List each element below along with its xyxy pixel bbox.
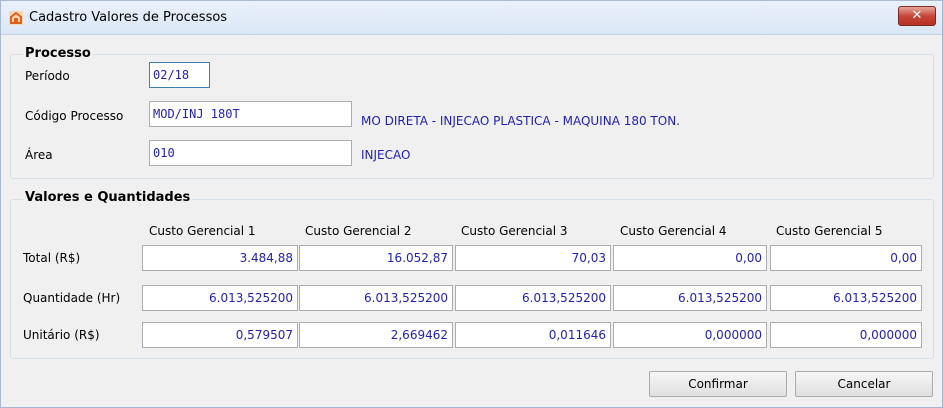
- column-header: Custo Gerencial 5: [776, 224, 883, 238]
- column-header: Custo Gerencial 3: [461, 224, 568, 238]
- total-cell[interactable]: 16.052,87: [299, 245, 453, 271]
- quantidade-cell[interactable]: 6.013,525200: [299, 285, 453, 311]
- area-input[interactable]: 010: [149, 140, 352, 166]
- column-header: Custo Gerencial 2: [305, 224, 412, 238]
- close-icon: ✕: [911, 8, 923, 23]
- close-button[interactable]: ✕: [898, 6, 936, 26]
- total-cell[interactable]: 70,03: [455, 245, 611, 271]
- total-cell[interactable]: 0,00: [770, 245, 922, 271]
- periodo-input[interactable]: 02/18: [149, 62, 210, 88]
- processo-group-title: Processo: [23, 46, 93, 61]
- codigo-processo-description: MO DIRETA - INJECAO PLASTICA - MAQUINA 1…: [361, 114, 680, 128]
- cancel-button[interactable]: Cancelar: [795, 371, 933, 397]
- unitario-row-label: Unitário (R$): [23, 328, 100, 342]
- total-row-label: Total (R$): [23, 251, 81, 265]
- area-label: Área: [25, 148, 53, 162]
- window-title: Cadastro Valores de Processos: [29, 10, 228, 25]
- valores-group-title: Valores e Quantidades: [23, 190, 193, 205]
- column-header: Custo Gerencial 4: [620, 224, 727, 238]
- unitario-cell[interactable]: 2,669462: [299, 322, 453, 348]
- area-description: INJECAO: [361, 148, 411, 162]
- unitario-cell[interactable]: 0,000000: [770, 322, 922, 348]
- unitario-cell[interactable]: 0,000000: [613, 322, 767, 348]
- app-icon: [9, 11, 23, 25]
- quantidade-cell[interactable]: 6.013,525200: [142, 285, 298, 311]
- codigo-processo-input[interactable]: MOD/INJ 180T: [149, 101, 352, 127]
- unitario-cell[interactable]: 0,579507: [142, 322, 298, 348]
- quantidade-cell[interactable]: 6.013,525200: [455, 285, 611, 311]
- title-bar[interactable]: Cadastro Valores de Processos ✕: [1, 1, 942, 35]
- dialog-window: Cadastro Valores de Processos ✕ Processo…: [0, 0, 943, 408]
- unitario-cell[interactable]: 0,011646: [455, 322, 611, 348]
- column-header: Custo Gerencial 1: [149, 224, 256, 238]
- quantidade-cell[interactable]: 6.013,525200: [613, 285, 767, 311]
- confirm-button[interactable]: Confirmar: [649, 371, 787, 397]
- quantidade-cell[interactable]: 6.013,525200: [770, 285, 922, 311]
- total-cell[interactable]: 0,00: [613, 245, 767, 271]
- total-cell[interactable]: 3.484,88: [142, 245, 298, 271]
- periodo-label: Período: [25, 69, 70, 83]
- codigo-processo-label: Código Processo: [25, 109, 124, 123]
- quantidade-row-label: Quantidade (Hr): [23, 291, 121, 305]
